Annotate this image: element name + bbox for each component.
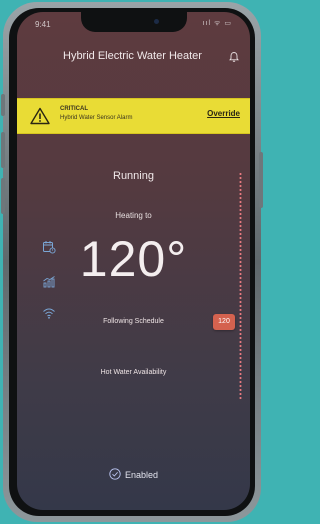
status-time: 9:41 <box>35 20 51 29</box>
page-title: Hybrid Electric Water Heater <box>63 50 202 62</box>
override-link[interactable]: Override <box>207 109 240 118</box>
warning-icon <box>30 107 50 125</box>
volume-down-button <box>1 178 5 214</box>
setpoint-badge[interactable]: 120 <box>213 314 235 330</box>
volume-up-button <box>1 132 5 168</box>
enabled-toggle[interactable]: Enabled <box>17 468 250 480</box>
app-screen: 9:41 ııl ᯤ ▭ Hybrid Electric Water Heate… <box>17 12 250 510</box>
running-status: Running <box>113 170 154 182</box>
alert-severity: CRITICAL <box>60 106 88 112</box>
power-button <box>259 152 263 208</box>
status-icons: ııl ᯤ ▭ <box>202 20 232 27</box>
notch <box>81 12 187 32</box>
enabled-label: Enabled <box>124 470 159 480</box>
calendar-icon[interactable] <box>42 240 56 254</box>
mute-switch <box>1 94 5 116</box>
check-circle-icon <box>109 468 121 480</box>
alert-banner: CRITICAL Hybrid Water Sensor Alarm Overr… <box>17 98 250 134</box>
heating-label: Heating to <box>115 211 152 220</box>
bell-icon[interactable] <box>228 51 240 63</box>
usage-chart-icon[interactable] <box>42 275 56 289</box>
alert-message: Hybrid Water Sensor Alarm <box>60 115 133 121</box>
camera-dot <box>154 19 159 24</box>
hot-water-availability: Hot Water Availability <box>100 369 167 376</box>
setpoint-slider-track[interactable] <box>239 172 242 400</box>
